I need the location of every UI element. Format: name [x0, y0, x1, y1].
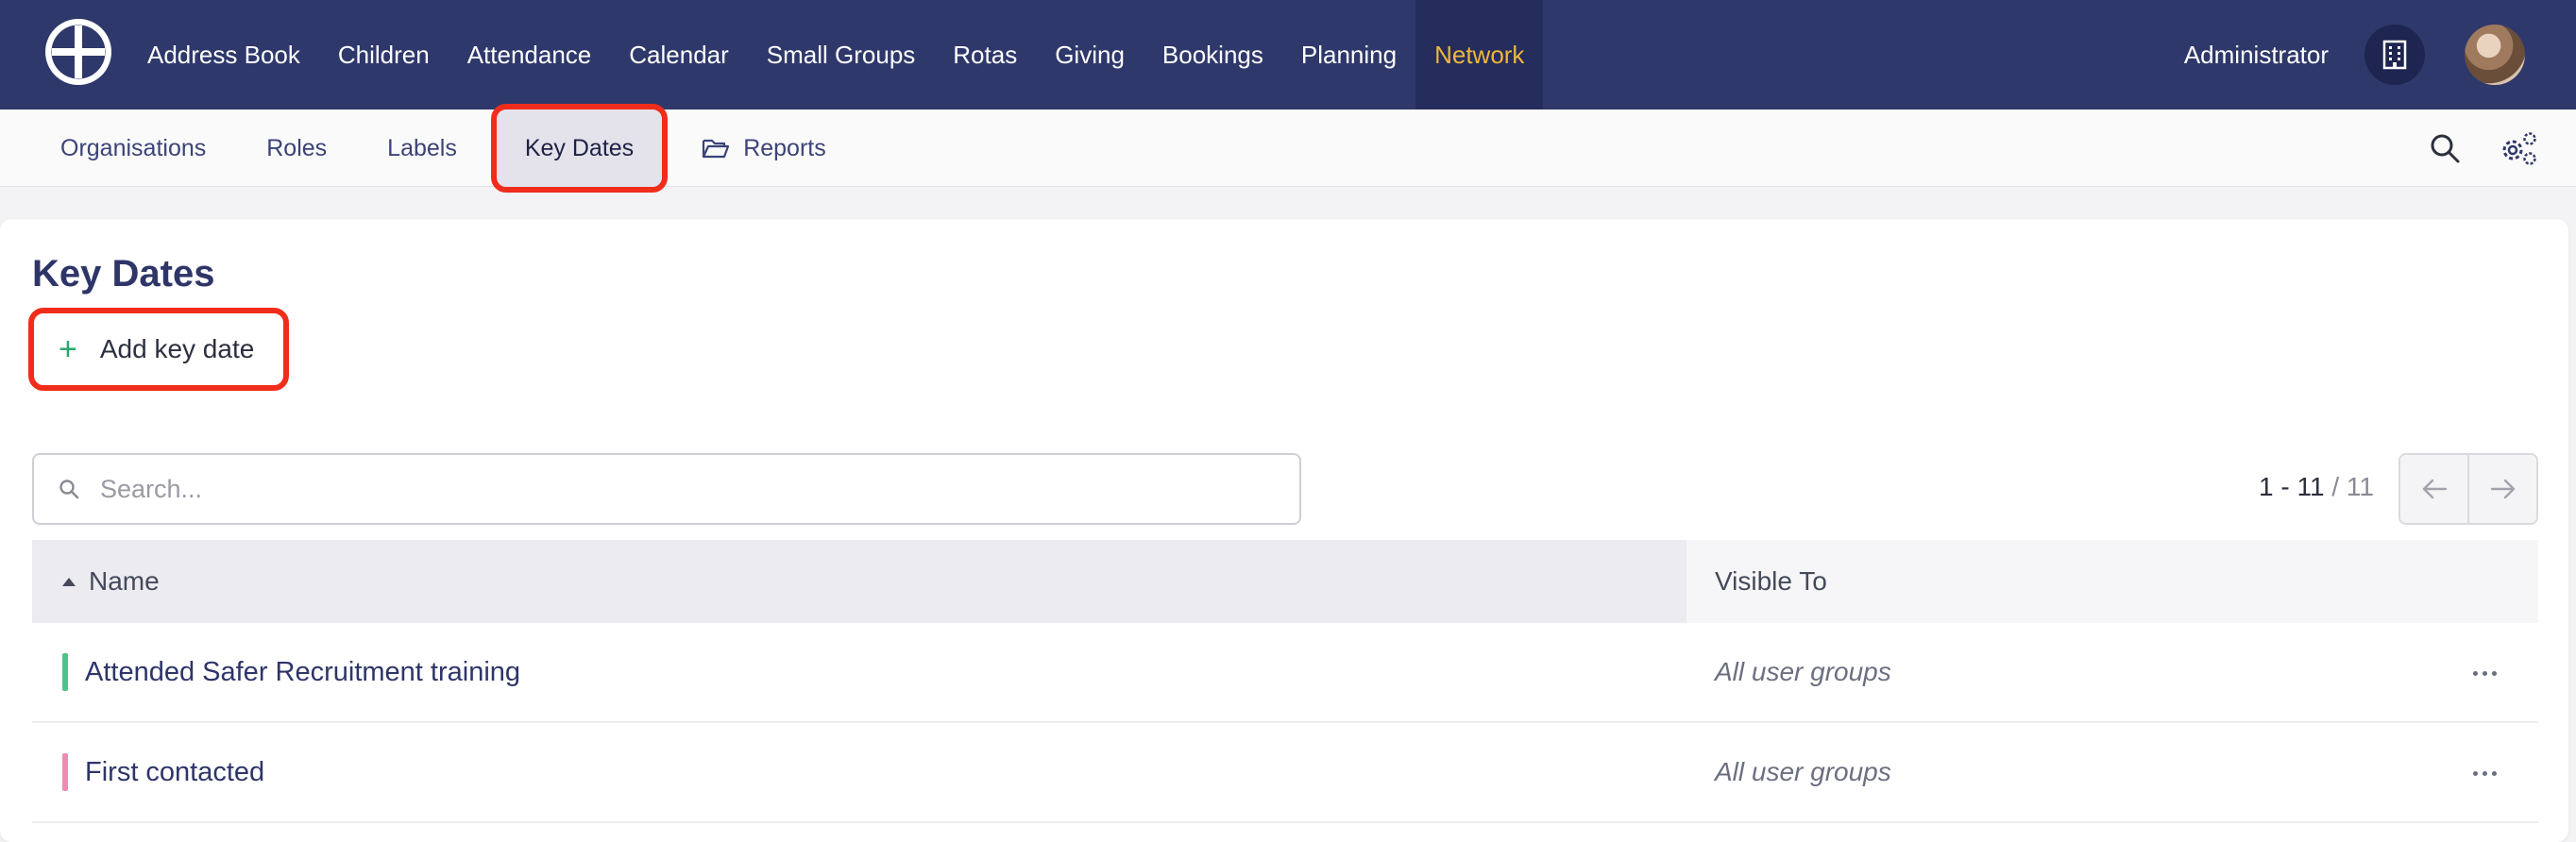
tab-organisations[interactable]: Organisations [30, 109, 236, 187]
building-icon[interactable] [2364, 25, 2425, 85]
user-role-label[interactable]: Administrator [2184, 41, 2329, 70]
pagination-total: / 11 [2331, 472, 2374, 501]
sort-ascending-icon [62, 577, 76, 586]
top-navigation-bar: Address Book Children Attendance Calenda… [0, 0, 2576, 109]
search-icon[interactable] [2419, 123, 2470, 174]
pagination-range: 1 - 11 [2259, 472, 2325, 501]
column-header-name[interactable]: Name [32, 540, 1686, 623]
nav-attendance[interactable]: Attendance [449, 0, 611, 109]
pagination-controls [2398, 453, 2538, 525]
logo-icon[interactable] [45, 19, 111, 85]
add-key-date-button[interactable]: + Add key date [28, 308, 289, 391]
label-color-bar [62, 653, 68, 691]
visible-to-cell: All user groups [1715, 657, 1891, 686]
visible-to-cell: All user groups [1715, 757, 1891, 786]
previous-page-button[interactable] [2400, 455, 2467, 523]
key-dates-table: Name Visible To Attended Safer Recruitme… [32, 540, 2538, 823]
nav-calendar[interactable]: Calendar [610, 0, 748, 109]
arrow-right-icon [2490, 479, 2515, 499]
search-icon [59, 479, 79, 499]
nav-bookings[interactable]: Bookings [1144, 0, 1282, 109]
key-date-name[interactable]: First contacted [85, 757, 264, 788]
add-key-date-label: Add key date [99, 334, 255, 363]
arrow-left-icon [2422, 479, 2447, 499]
key-dates-panel: Key Dates + Add key date 1 - 11 / 11 [0, 219, 2568, 842]
table-header: Name Visible To [32, 540, 2538, 623]
nav-address-book[interactable]: Address Book [128, 0, 319, 109]
pagination-summary: 1 - 11 / 11 [2259, 472, 2374, 502]
nav-planning[interactable]: Planning [1282, 0, 1415, 109]
nav-small-groups[interactable]: Small Groups [748, 0, 935, 109]
nav-giving[interactable]: Giving [1036, 0, 1144, 109]
folder-open-icon [702, 137, 730, 160]
key-date-name[interactable]: Attended Safer Recruitment training [85, 657, 520, 688]
column-header-visible-to[interactable]: Visible To [1686, 540, 2538, 623]
gears-icon[interactable] [2493, 123, 2544, 174]
column-header-name-label: Name [89, 566, 160, 596]
tab-reports-label: Reports [743, 134, 826, 161]
search-input[interactable] [100, 474, 1214, 504]
table-row: First contacted All user groups [32, 723, 2538, 823]
tab-roles[interactable]: Roles [236, 109, 357, 187]
next-page-button[interactable] [2467, 455, 2536, 523]
more-options-icon[interactable] [2473, 623, 2497, 723]
tab-key-dates[interactable]: Key Dates [490, 104, 669, 193]
tab-reports[interactable]: Reports [671, 109, 856, 187]
sub-navigation-bar: Organisations Roles Labels Key Dates Rep… [0, 104, 2576, 193]
nav-network[interactable]: Network [1415, 0, 1544, 109]
label-color-bar [62, 753, 68, 791]
tab-labels[interactable]: Labels [357, 109, 487, 187]
plus-icon: + [59, 331, 77, 367]
table-row: Attended Safer Recruitment training All … [32, 623, 2538, 723]
avatar[interactable] [2465, 25, 2525, 85]
nav-rotas[interactable]: Rotas [934, 0, 1036, 109]
more-options-icon[interactable] [2473, 723, 2497, 823]
nav-children[interactable]: Children [319, 0, 449, 109]
search-box[interactable] [32, 453, 1301, 525]
page-title: Key Dates [32, 253, 215, 295]
